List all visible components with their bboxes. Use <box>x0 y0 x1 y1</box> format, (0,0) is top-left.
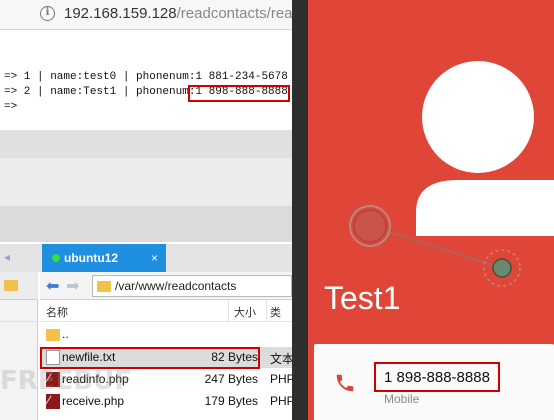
output-line: => 1 | name:test0 | phonenum:1 881-234-5… <box>4 71 288 83</box>
window-divider <box>292 0 308 420</box>
empty-panel <box>0 158 292 206</box>
remote-path-text: /var/www/readcontacts <box>115 279 237 293</box>
close-icon[interactable]: × <box>151 244 158 272</box>
contact-name: Test1 <box>324 280 401 316</box>
folder-icon <box>46 329 60 341</box>
phone-icon[interactable] <box>334 372 356 394</box>
tab-label: ubuntu12 <box>64 251 118 265</box>
watermark-logo: FREEBUF <box>0 366 132 396</box>
scroll-left-icon[interactable]: ◂ <box>4 250 10 264</box>
file-type: PHP <box>270 372 292 386</box>
phone-highlight-box <box>188 85 290 102</box>
remote-path-bar: ⬅ ➡ /var/www/readcontacts <box>40 272 292 300</box>
empty-panel <box>0 206 292 242</box>
local-file-panel <box>0 272 38 420</box>
info-icon[interactable]: i <box>40 6 55 21</box>
back-arrow-icon[interactable]: ⬅ <box>46 276 59 296</box>
connected-status-icon <box>52 254 60 262</box>
file-list-header: 名称 大小 类 <box>40 300 292 322</box>
file-name: .. <box>62 327 69 341</box>
file-name: receive.php <box>62 394 125 408</box>
php-file-icon <box>46 393 60 409</box>
tab-ubuntu12[interactable]: ubuntu12 × <box>42 244 166 272</box>
file-row[interactable]: .. <box>40 324 292 345</box>
left-pane: i 192.168.159.128/readcontacts/rea => 1 … <box>0 0 292 420</box>
column-header-type[interactable]: 类 <box>270 304 281 320</box>
divider-bar <box>0 130 292 158</box>
output-line: => <box>4 101 18 113</box>
file-type: 文本 <box>270 352 292 366</box>
remote-path-input[interactable]: /var/www/readcontacts <box>92 275 292 297</box>
file-type: PHP <box>270 394 292 408</box>
column-separator[interactable] <box>266 300 267 322</box>
local-file-header <box>0 300 38 322</box>
forward-arrow-icon[interactable]: ➡ <box>66 276 79 296</box>
folder-icon <box>4 280 18 291</box>
local-path-bar <box>0 272 38 300</box>
phone-type-label: Mobile <box>384 392 420 406</box>
contact-screen: Test1 1 898-888-8888 Mobile <box>308 0 554 420</box>
file-size: 247 Bytes <box>204 372 258 386</box>
browser-address-bar[interactable]: i 192.168.159.128/readcontacts/rea <box>0 0 292 30</box>
url-host: 192.168.159.128 <box>64 5 177 22</box>
column-header-size[interactable]: 大小 <box>234 304 256 320</box>
column-separator[interactable] <box>228 300 229 322</box>
url-path: /readcontacts/rea <box>176 5 292 22</box>
url-text[interactable]: 192.168.159.128/readcontacts/rea <box>64 5 292 22</box>
number-highlight-box <box>374 362 500 392</box>
sftp-tab-bar: ◂ ubuntu12 × <box>0 244 292 272</box>
column-header-name[interactable]: 名称 <box>46 304 68 320</box>
folder-icon <box>97 281 111 292</box>
file-size: 179 Bytes <box>204 394 258 408</box>
